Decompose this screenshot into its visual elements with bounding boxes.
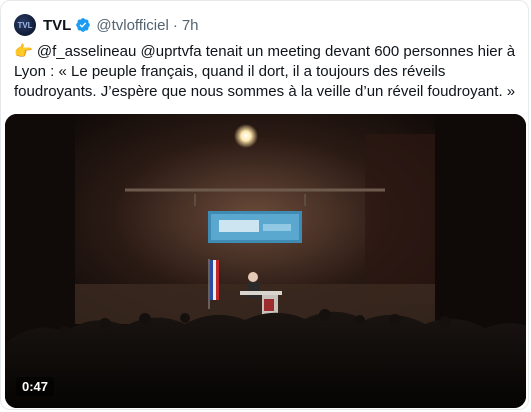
tweet-timestamp[interactable]: 7h: [182, 17, 199, 34]
video-frame: [5, 114, 526, 408]
avatar[interactable]: TVL: [14, 14, 36, 36]
separator-dot: ·: [172, 16, 178, 34]
tweet-card[interactable]: TVL TVL @tvlofficiel · 7h 👉 @f_asselinea…: [0, 0, 529, 410]
mention-link[interactable]: @uprtvfa: [141, 43, 202, 60]
video-duration-badge: 0:47: [16, 377, 55, 396]
tweet-header: TVL TVL @tvlofficiel · 7h: [14, 12, 199, 38]
author-name[interactable]: TVL: [43, 17, 71, 34]
tweet-text: 👉 @f_asselineau @uprtvfa tenait un meeti…: [14, 42, 519, 102]
verified-badge-icon: [76, 18, 91, 32]
pointing-hand-emoji: 👉: [14, 43, 33, 60]
author-handle[interactable]: @tvlofficiel: [96, 17, 168, 34]
mention-link[interactable]: @f_asselineau: [37, 43, 136, 60]
video-player[interactable]: 0:47: [5, 114, 526, 408]
